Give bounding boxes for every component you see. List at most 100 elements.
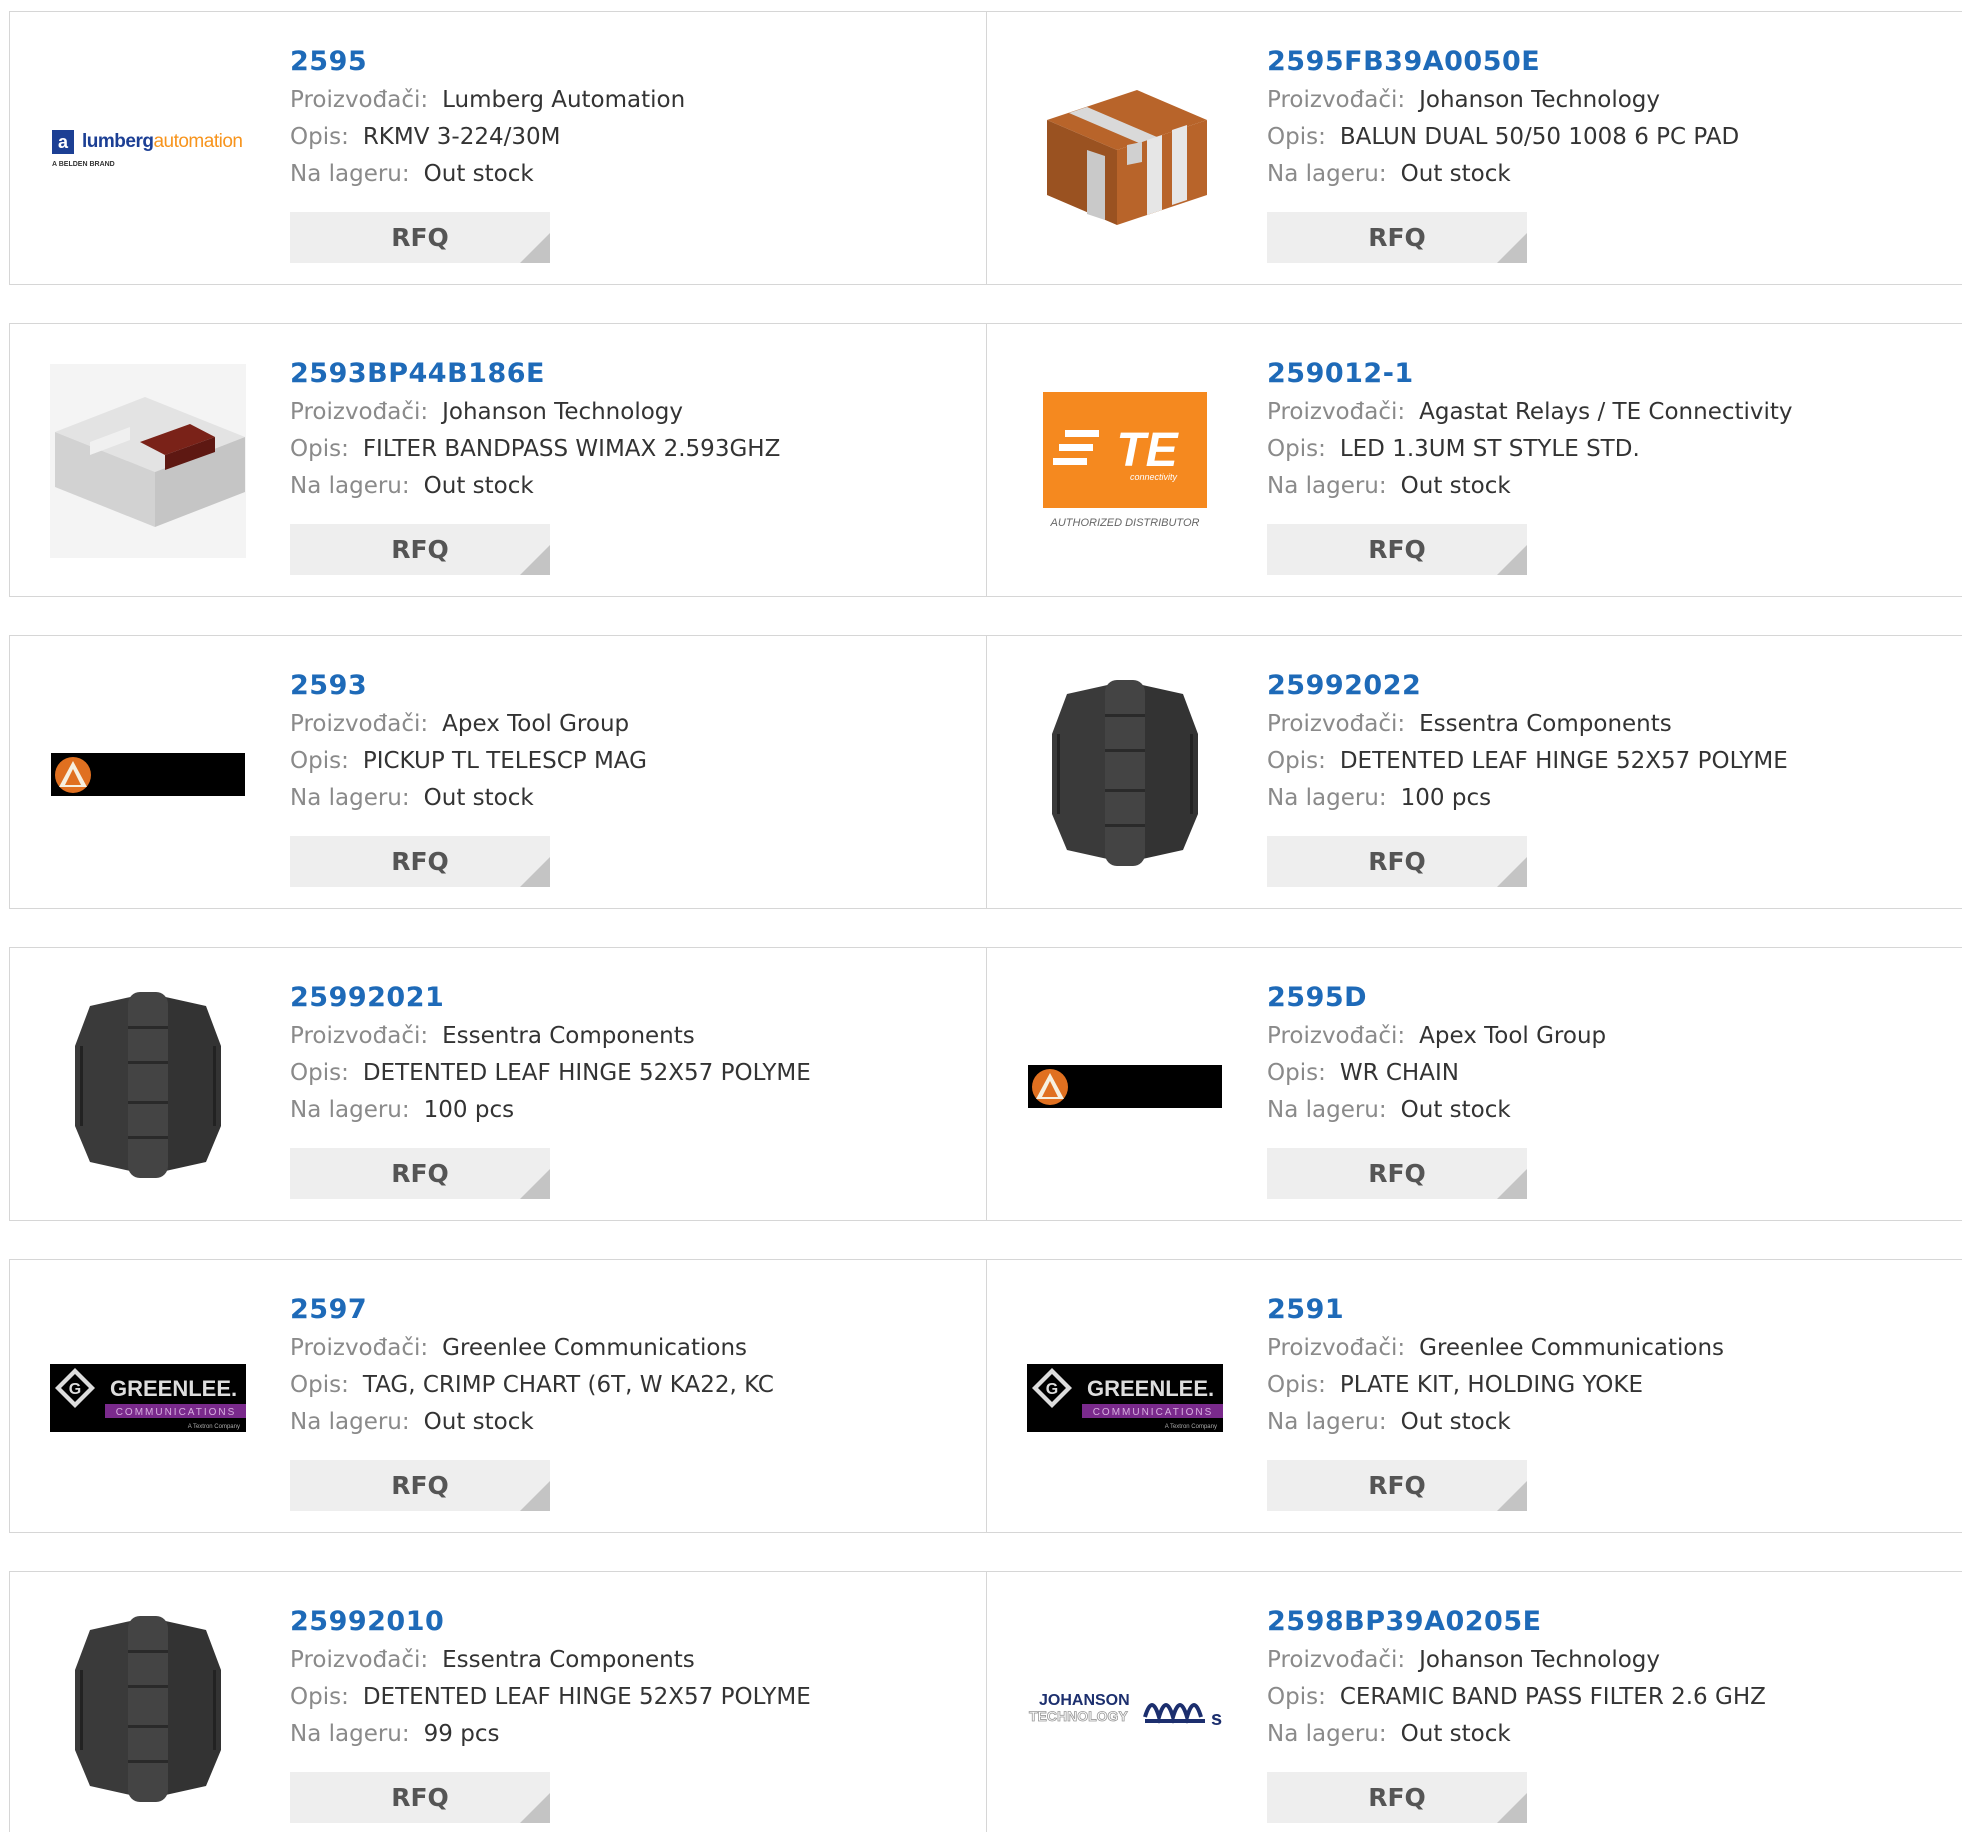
manufacturer-value: Greenlee Communications (442, 1335, 748, 1361)
product-image[interactable]: TE connectivity AUTHORIZED DISTRIBUTOR (1027, 364, 1223, 560)
stock-label: Na lageru: (290, 473, 410, 499)
product-image[interactable]: G GREENLEE. COMMUNICATIONS A Textron Compan… (50, 1300, 246, 1496)
product-card: a lumbergautomation A BELDEN BRAND 2595 Pr… (9, 11, 987, 285)
manufacturer-row: Proizvođači: Agastat Relays / TE Connecti… (1267, 394, 1962, 431)
rfq-button[interactable]: RFQ (290, 836, 550, 887)
hinge-icon (1027, 676, 1223, 872)
part-number-link[interactable]: 259012-1 (1267, 354, 1414, 394)
svg-text:GREENLEE.: GREENLEE. (1087, 1376, 1214, 1401)
product-image[interactable] (50, 988, 246, 1184)
part-number-link[interactable]: 25992022 (1267, 666, 1421, 706)
description-row: Opis: RKMV 3-224/30M (290, 119, 976, 156)
stock-value: 100 pcs (1400, 785, 1492, 811)
part-number-link[interactable]: 2591 (1267, 1290, 1344, 1330)
description-value: BALUN DUAL 50/50 1008 6 PC PAD (1339, 124, 1740, 150)
stock-label: Na lageru: (1267, 1097, 1387, 1123)
description-label: Opis: (290, 1684, 349, 1710)
greenlee-logo-icon: G GREENLEE. COMMUNICATIONS A Textron Compan… (1027, 1364, 1223, 1432)
stock-value: Out stock (1400, 1721, 1511, 1747)
rfq-button[interactable]: RFQ (290, 212, 550, 263)
description-value: DETENTED LEAF HINGE 52X57 POLYME (362, 1684, 811, 1710)
stock-value: Out stock (423, 473, 534, 499)
product-image[interactable] (1027, 676, 1223, 872)
svg-text:GREENLEE.: GREENLEE. (110, 1376, 237, 1401)
manufacturer-label: Proizvođači: (1267, 711, 1406, 737)
part-number-link[interactable]: 25992021 (290, 978, 444, 1018)
description-label: Opis: (1267, 1060, 1326, 1086)
rfq-button[interactable]: RFQ (1267, 1148, 1527, 1199)
rfq-button[interactable]: RFQ (1267, 1772, 1527, 1823)
rfq-button[interactable]: RFQ (1267, 524, 1527, 575)
manufacturer-value: Johanson Technology (1419, 1647, 1661, 1673)
product-info: 259012-1 Proizvođači: Agastat Relays / TE… (1267, 354, 1962, 505)
rfq-button[interactable]: RFQ (1267, 836, 1527, 887)
manufacturer-row: Proizvođači: Apex Tool Group (1267, 1018, 1962, 1055)
product-row: G GREENLEE. COMMUNICATIONS A Textron Compan… (9, 1259, 1962, 1533)
product-card: G GREENLEE. COMMUNICATIONS A Textron Compan… (9, 1259, 987, 1533)
stock-value: Out stock (1400, 1409, 1511, 1435)
stock-row: Na lageru: 100 pcs (290, 1092, 976, 1129)
manufacturer-value: Essentra Components (1419, 711, 1672, 737)
svg-text:COMMUNICATIONS: COMMUNICATIONS (116, 1407, 237, 1418)
description-label: Opis: (1267, 1684, 1326, 1710)
manufacturer-label: Proizvođači: (1267, 1647, 1406, 1673)
svg-text:A Textron Company: A Textron Company (188, 1424, 240, 1430)
stock-label: Na lageru: (1267, 473, 1387, 499)
stock-label: Na lageru: (290, 161, 410, 187)
stock-value: Out stock (1400, 161, 1511, 187)
description-value: WR CHAIN (1339, 1060, 1459, 1086)
manufacturer-value: Apex Tool Group (1419, 1023, 1607, 1049)
svg-text:connectivity: connectivity (1130, 472, 1178, 482)
rfq-button[interactable]: RFQ (290, 1148, 550, 1199)
manufacturer-row: Proizvođači: Essentra Components (290, 1018, 976, 1055)
part-number-link[interactable]: 2598BP39A0205E (1267, 1602, 1542, 1642)
product-info: 2595 Proizvođači: Lumberg Automation Opis… (290, 42, 976, 193)
manufacturer-row: Proizvođači: Essentra Components (1267, 706, 1962, 743)
stock-row: Na lageru: Out stock (290, 156, 976, 193)
product-image[interactable]: JOHANSON TECHNOLOGY s (1027, 1612, 1223, 1808)
manufacturer-label: Proizvođači: (1267, 87, 1406, 113)
part-number-link[interactable]: 2595D (1267, 978, 1367, 1018)
stock-row: Na lageru: Out stock (1267, 156, 1962, 193)
product-image[interactable] (50, 364, 246, 560)
svg-text:COMMUNICATIONS: COMMUNICATIONS (1093, 1407, 1214, 1418)
product-image[interactable]: a lumbergautomation A BELDEN BRAND (50, 52, 246, 248)
svg-text:JOHANSON: JOHANSON (1039, 1692, 1130, 1709)
stock-label: Na lageru: (1267, 785, 1387, 811)
manufacturer-row: Proizvođači: Johanson Technology (1267, 1642, 1962, 1679)
rfq-button[interactable]: RFQ (290, 524, 550, 575)
description-row: Opis: TAG, CRIMP CHART (6T, W KA22, KC (290, 1367, 976, 1404)
balun-chip-icon (1027, 52, 1223, 248)
stock-row: Na lageru: Out stock (1267, 1716, 1962, 1753)
product-image[interactable]: G GREENLEE. COMMUNICATIONS A Textron Compan… (1027, 1300, 1223, 1496)
stock-label: Na lageru: (290, 1409, 410, 1435)
part-number-link[interactable]: 25992010 (290, 1602, 444, 1642)
description-label: Opis: (290, 1372, 349, 1398)
product-image[interactable] (1027, 988, 1223, 1184)
svg-text:G: G (69, 1381, 81, 1398)
part-number-link[interactable]: 2595 (290, 42, 367, 82)
product-image[interactable] (50, 676, 246, 872)
part-number-link[interactable]: 2595FB39A0050E (1267, 42, 1540, 82)
description-row: Opis: PLATE KIT, HOLDING YOKE (1267, 1367, 1962, 1404)
product-info: 2593BP44B186E Proizvođači: Johanson Techn… (290, 354, 976, 505)
rfq-button[interactable]: RFQ (1267, 1460, 1527, 1511)
product-image[interactable] (1027, 52, 1223, 248)
stock-value: 99 pcs (423, 1721, 500, 1747)
part-number-link[interactable]: 2593 (290, 666, 367, 706)
part-number-link[interactable]: 2593BP44B186E (290, 354, 545, 394)
manufacturer-label: Proizvođači: (1267, 399, 1406, 425)
manufacturer-label: Proizvođači: (290, 1647, 429, 1673)
description-value: RKMV 3-224/30M (362, 124, 561, 150)
product-card: 25992022 Proizvođači: Essentra Components… (986, 635, 1962, 909)
part-number-link[interactable]: 2597 (290, 1290, 367, 1330)
te-logo-icon: TE connectivity AUTHORIZED DISTRIBUTOR (1043, 392, 1207, 532)
stock-row: Na lageru: Out stock (290, 1404, 976, 1441)
description-value: CERAMIC BAND PASS FILTER 2.6 GHZ (1339, 1684, 1766, 1710)
description-row: Opis: DETENTED LEAF HINGE 52X57 POLYME (290, 1679, 976, 1716)
rfq-button[interactable]: RFQ (290, 1460, 550, 1511)
product-image[interactable] (50, 1612, 246, 1808)
rfq-button[interactable]: RFQ (1267, 212, 1527, 263)
description-row: Opis: PICKUP TL TELESCP MAG (290, 743, 976, 780)
rfq-button[interactable]: RFQ (290, 1772, 550, 1823)
